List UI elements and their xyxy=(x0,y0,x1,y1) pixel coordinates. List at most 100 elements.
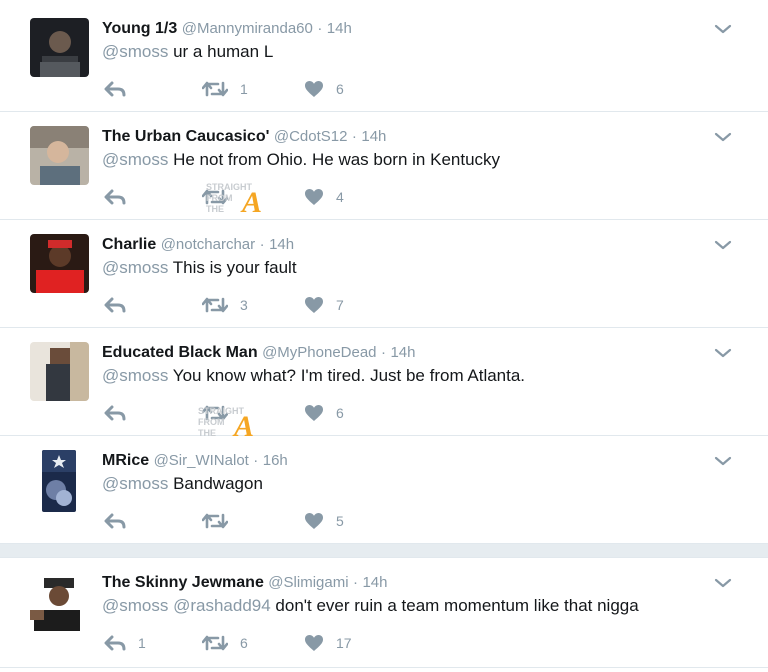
display-name[interactable]: Educated Black Man xyxy=(102,344,258,361)
mention-link[interactable]: @smoss @rashadd94 xyxy=(102,596,271,615)
retweet-icon xyxy=(202,189,228,205)
tweet[interactable]: Young 1/3 @Mannymiranda60 · 14h @smoss u… xyxy=(0,4,768,112)
tweet-actions: 1 6 17 xyxy=(102,631,502,655)
mention-link[interactable]: @smoss xyxy=(102,150,168,169)
chevron-down-icon[interactable] xyxy=(714,346,732,358)
display-name[interactable]: The Urban Caucasico' xyxy=(102,128,269,145)
chevron-down-icon[interactable] xyxy=(714,576,732,588)
avatar[interactable] xyxy=(42,450,76,512)
tweet-text: @smoss This is your fault xyxy=(102,257,297,279)
user-handle[interactable]: @Mannymiranda60 xyxy=(182,20,313,37)
tweet-body: This is your fault xyxy=(168,258,297,277)
tweet-header: The Urban Caucasico' @CdotS12 · 14h xyxy=(102,127,386,147)
retweet-icon xyxy=(202,297,228,313)
tweet-header: Young 1/3 @Mannymiranda60 · 14h xyxy=(102,19,352,39)
display-name[interactable]: Young 1/3 xyxy=(102,20,177,37)
reply-button[interactable] xyxy=(104,293,138,317)
reply-button[interactable]: 1 xyxy=(104,631,146,655)
mention-link[interactable]: @smoss xyxy=(102,42,168,61)
user-handle[interactable]: @Sir_WINalot xyxy=(154,452,249,469)
chevron-down-icon[interactable] xyxy=(714,238,732,250)
timestamp[interactable]: 14h xyxy=(269,236,294,253)
like-count: 5 xyxy=(336,513,344,529)
tweet-body: He not from Ohio. He was born in Kentuck… xyxy=(168,150,501,169)
timestamp[interactable]: 14h xyxy=(390,344,415,361)
tweet[interactable]: The Skinny Jewmane @Slimigami · 14h @smo… xyxy=(0,558,768,668)
like-button[interactable]: 17 xyxy=(304,631,352,655)
chevron-down-icon[interactable] xyxy=(714,22,732,34)
like-button[interactable]: 4 xyxy=(304,185,344,209)
timestamp[interactable]: 14h xyxy=(361,128,386,145)
tweet[interactable]: The Urban Caucasico' @CdotS12 · 14h @smo… xyxy=(0,112,768,220)
like-count: 4 xyxy=(336,189,344,205)
tweet-text: @smoss ur a human L xyxy=(102,41,273,63)
reply-icon xyxy=(104,635,126,651)
tweet[interactable]: Charlie @notcharchar · 14h @smoss This i… xyxy=(0,220,768,328)
user-handle[interactable]: @Slimigami xyxy=(268,574,348,591)
tweet-actions: 6 xyxy=(102,401,502,425)
mention-link[interactable]: @smoss xyxy=(102,474,168,493)
tweet-header: The Skinny Jewmane @Slimigami · 14h xyxy=(102,573,387,593)
separator: · xyxy=(353,574,358,591)
reply-icon xyxy=(104,513,126,529)
tweet-text: @smoss You know what? I'm tired. Just be… xyxy=(102,365,525,387)
retweet-icon xyxy=(202,81,228,97)
avatar[interactable] xyxy=(30,18,89,77)
heart-icon xyxy=(305,81,323,97)
timestamp[interactable]: 16h xyxy=(263,452,288,469)
user-handle[interactable]: @CdotS12 xyxy=(274,128,348,145)
retweet-button[interactable]: 1 xyxy=(202,77,248,101)
reply-icon xyxy=(104,297,126,313)
tweet-actions: 5 xyxy=(102,509,502,533)
reply-button[interactable] xyxy=(104,185,138,209)
heart-icon xyxy=(305,405,323,421)
like-button[interactable]: 6 xyxy=(304,401,344,425)
separator: · xyxy=(253,452,259,469)
retweet-icon xyxy=(202,405,228,421)
chevron-down-icon[interactable] xyxy=(714,130,732,142)
chevron-down-icon[interactable] xyxy=(714,454,732,466)
tweet-header: MRice @Sir_WINalot · 16h xyxy=(102,451,288,471)
like-button[interactable]: 7 xyxy=(304,293,344,317)
mention-link[interactable]: @smoss xyxy=(102,366,168,385)
like-count: 6 xyxy=(336,81,344,97)
avatar[interactable] xyxy=(30,342,89,401)
mention-link[interactable]: @smoss xyxy=(102,258,168,277)
tweet-body: don't ever ruin a team momentum like tha… xyxy=(270,596,639,615)
timestamp[interactable]: 14h xyxy=(327,20,352,37)
retweet-count: 3 xyxy=(240,297,248,313)
avatar[interactable] xyxy=(30,572,89,631)
reply-button[interactable] xyxy=(104,401,138,425)
reply-button[interactable] xyxy=(104,77,138,101)
display-name[interactable]: MRice xyxy=(102,452,149,469)
user-handle[interactable]: @notcharchar xyxy=(161,236,255,253)
tweet-text: @smoss @rashadd94 don't ever ruin a team… xyxy=(102,595,639,617)
like-count: 6 xyxy=(336,405,344,421)
separator: · xyxy=(351,128,357,145)
like-button[interactable]: 5 xyxy=(304,509,344,533)
user-handle[interactable]: @MyPhoneDead xyxy=(262,344,376,361)
tweet-actions: 4 xyxy=(102,185,502,209)
reply-button[interactable] xyxy=(104,509,138,533)
separator: · xyxy=(317,20,323,37)
tweet-actions: 1 6 xyxy=(102,77,502,101)
tweet[interactable]: Educated Black Man @MyPhoneDead · 14h @s… xyxy=(0,328,768,443)
retweet-button[interactable] xyxy=(202,509,240,533)
heart-icon xyxy=(305,513,323,529)
retweet-button[interactable]: 6 xyxy=(202,631,248,655)
tweet-body: Bandwagon xyxy=(168,474,263,493)
tweet[interactable]: MRice @Sir_WINalot · 16h @smoss Bandwago… xyxy=(0,436,768,544)
avatar[interactable] xyxy=(30,234,89,293)
tweet-actions: 3 7 xyxy=(102,293,502,317)
tweet-body: You know what? I'm tired. Just be from A… xyxy=(168,366,526,385)
display-name[interactable]: The Skinny Jewmane xyxy=(102,574,264,591)
display-name[interactable]: Charlie xyxy=(102,236,156,253)
avatar[interactable] xyxy=(30,126,89,185)
retweet-button[interactable] xyxy=(202,185,240,209)
tweet-body: ur a human L xyxy=(168,42,274,61)
tweet-header: Educated Black Man @MyPhoneDead · 14h xyxy=(102,343,415,363)
retweet-button[interactable] xyxy=(202,401,240,425)
retweet-button[interactable]: 3 xyxy=(202,293,248,317)
timestamp[interactable]: 14h xyxy=(362,574,387,591)
like-button[interactable]: 6 xyxy=(304,77,344,101)
